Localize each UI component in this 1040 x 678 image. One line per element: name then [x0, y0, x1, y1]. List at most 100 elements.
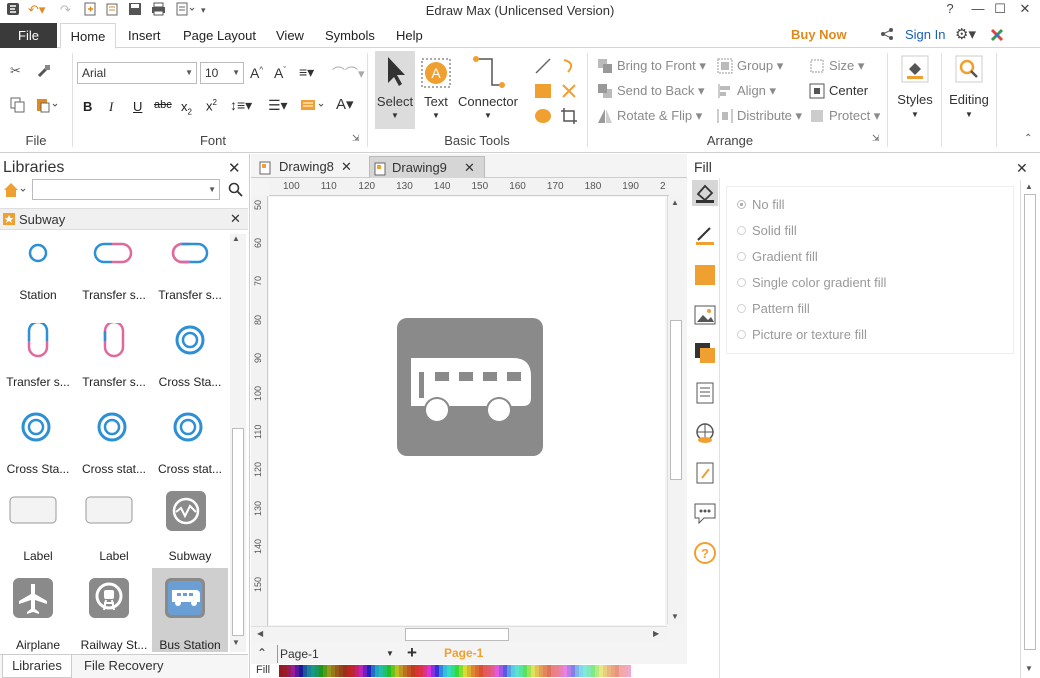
font-size-select[interactable]: 10 ▼ — [200, 62, 244, 84]
radio-no-fill[interactable] — [737, 200, 746, 209]
superscript-icon[interactable]: x2 — [206, 98, 217, 113]
cross-tool-icon[interactable] — [560, 82, 578, 103]
send-to-back-button[interactable]: Send to Back ▾ — [617, 83, 704, 99]
protect-button[interactable]: Protect ▾ — [829, 108, 880, 124]
close-tab-icon[interactable]: ✕ — [464, 157, 475, 179]
gear-icon[interactable]: ⚙▾ — [955, 25, 976, 43]
line-style-icon[interactable] — [692, 222, 718, 248]
fill-option-no-fill[interactable]: No fill — [752, 197, 785, 212]
copy-icon[interactable] — [10, 97, 26, 116]
center-button[interactable]: Center — [829, 83, 868, 98]
symbol-subway[interactable]: Subway — [152, 491, 228, 565]
scroll-up-icon[interactable]: ▲ — [1025, 182, 1033, 191]
add-page-icon[interactable]: + — [407, 643, 417, 663]
text-tool-button[interactable]: A Text ▼ — [417, 51, 455, 129]
symbol-transfer-station-h1[interactable]: Transfer s... — [76, 236, 152, 306]
page-collapse-icon[interactable]: ⌃ — [257, 646, 267, 660]
scroll-down-icon[interactable]: ▼ — [232, 638, 240, 647]
tab-drawing9[interactable]: Drawing9 ✕ — [369, 156, 485, 178]
shadow-icon[interactable] — [692, 262, 718, 288]
fill-option-picture-texture-fill[interactable]: Picture or texture fill — [752, 327, 867, 342]
share-icon[interactable] — [880, 27, 894, 44]
strikethrough-icon[interactable]: abc — [154, 99, 172, 111]
radio-gradient-fill[interactable] — [737, 252, 746, 261]
font-name-select[interactable]: Arial ▼ — [77, 62, 197, 84]
library-scrollbar[interactable]: ▲ ▼ — [230, 234, 246, 652]
close-fill-panel-icon[interactable]: ✕ — [1016, 160, 1028, 177]
symbol-cross-station-3[interactable]: Cross stat... — [76, 410, 152, 480]
subscript-icon[interactable]: x2 — [181, 99, 192, 117]
symbol-cross-station-1[interactable]: Cross Sta... — [152, 323, 228, 393]
canvas-hscroll-thumb[interactable] — [405, 628, 509, 641]
symbol-label-1[interactable]: Label — [0, 491, 76, 565]
color-swatch[interactable] — [627, 665, 631, 677]
symbol-transfer-station-v2[interactable]: Transfer s... — [76, 320, 152, 393]
styles-button[interactable]: Styles ▼ — [893, 55, 937, 135]
ellipse-tool-icon[interactable] — [534, 107, 552, 128]
close-libraries-icon[interactable]: ✕ — [228, 159, 241, 177]
collapse-ribbon-icon[interactable]: ⌃ — [1024, 133, 1032, 144]
fill-option-solid-fill[interactable]: Solid fill — [752, 223, 797, 238]
text-highlight-icon[interactable] — [300, 97, 326, 116]
crop-tool-icon[interactable] — [560, 107, 578, 128]
file-menu[interactable]: File — [0, 23, 57, 48]
fill-option-pattern-fill[interactable]: Pattern fill — [752, 301, 810, 316]
arrange-dialog-launcher-icon[interactable]: ⇲ — [872, 133, 880, 144]
sign-in-link[interactable]: Sign In — [905, 27, 945, 42]
align-button[interactable]: Align ▾ — [737, 83, 776, 99]
canvas-vscroll-thumb[interactable] — [670, 320, 682, 480]
buy-now-link[interactable]: Buy Now — [791, 27, 847, 42]
paragraph-spacing-icon[interactable]: ↕≡▾ — [230, 97, 252, 114]
symbol-airplane[interactable]: Airplane — [0, 576, 76, 654]
rectangle-tool-icon[interactable] — [534, 82, 552, 103]
radio-single-color-gradient-fill[interactable] — [737, 278, 746, 287]
radio-solid-fill[interactable] — [737, 226, 746, 235]
tab-symbols[interactable]: Symbols — [325, 23, 375, 48]
fill-scrollbar-thumb[interactable] — [1024, 194, 1036, 650]
page-tab-page-1[interactable]: Page-1 — [444, 646, 483, 660]
color-palette[interactable] — [279, 665, 634, 678]
fill-option-single-color-gradient[interactable]: Single color gradient fill — [752, 275, 886, 290]
library-scrollbar-thumb[interactable] — [232, 428, 244, 636]
scroll-left-icon[interactable]: ◀ — [257, 629, 263, 638]
editing-button[interactable]: Editing ▼ — [946, 55, 992, 135]
symbol-transfer-station-v1[interactable]: Transfer s... — [0, 320, 76, 393]
tab-page-layout[interactable]: Page Layout — [183, 23, 256, 48]
symbol-station[interactable]: Station — [0, 236, 76, 306]
page-properties-icon[interactable] — [692, 380, 718, 406]
select-tool-button[interactable]: Select ▼ — [375, 51, 415, 129]
symbol-transfer-station-h2[interactable]: Transfer s... — [152, 236, 228, 306]
scroll-down-icon[interactable]: ▼ — [1025, 664, 1033, 673]
library-search-input[interactable]: ▼ — [32, 179, 220, 200]
connector-tool-button[interactable]: Connector ▼ — [456, 51, 520, 129]
comment-icon[interactable] — [692, 500, 718, 526]
close-window-icon[interactable]: ✕ — [1010, 0, 1040, 20]
note-icon[interactable] — [692, 460, 718, 486]
help-window-icon[interactable]: ? — [935, 0, 965, 20]
fill-tool-icon[interactable] — [692, 180, 718, 206]
paste-icon[interactable] — [36, 97, 60, 116]
close-tab-icon[interactable]: ✕ — [341, 156, 352, 178]
canvas-horizontal-scrollbar[interactable]: ◀ ▶ — [251, 626, 667, 642]
arc-tool-icon[interactable] — [560, 57, 578, 78]
bullets-icon[interactable]: ☰▾ — [268, 97, 288, 114]
grow-font-icon[interactable]: A^ — [250, 65, 263, 81]
symbol-cross-station-4[interactable]: Cross stat... — [152, 410, 228, 480]
size-button[interactable]: Size ▾ — [829, 58, 864, 74]
scroll-down-icon[interactable]: ▼ — [671, 612, 679, 621]
rotate-flip-button[interactable]: Rotate & Flip ▾ — [617, 108, 702, 124]
home-icon[interactable] — [3, 182, 27, 201]
tab-insert[interactable]: Insert — [128, 23, 161, 48]
close-subway-library-icon[interactable]: ✕ — [230, 211, 241, 227]
italic-icon[interactable]: I — [109, 99, 113, 115]
hyperlink-icon[interactable] — [692, 420, 718, 446]
scroll-up-icon[interactable]: ▲ — [671, 198, 679, 207]
fill-panel-scrollbar[interactable]: ▲ ▼ — [1020, 180, 1038, 678]
format-painter-icon[interactable] — [36, 63, 52, 82]
group-button[interactable]: Group ▾ — [737, 58, 783, 74]
drawing-canvas[interactable] — [269, 197, 665, 625]
fill-option-gradient-fill[interactable]: Gradient fill — [752, 249, 818, 264]
text-align-icon[interactable]: ≡▾ — [299, 64, 314, 81]
shrink-font-icon[interactable]: Aˇ — [274, 65, 286, 81]
bus-station-shape[interactable] — [397, 318, 543, 456]
